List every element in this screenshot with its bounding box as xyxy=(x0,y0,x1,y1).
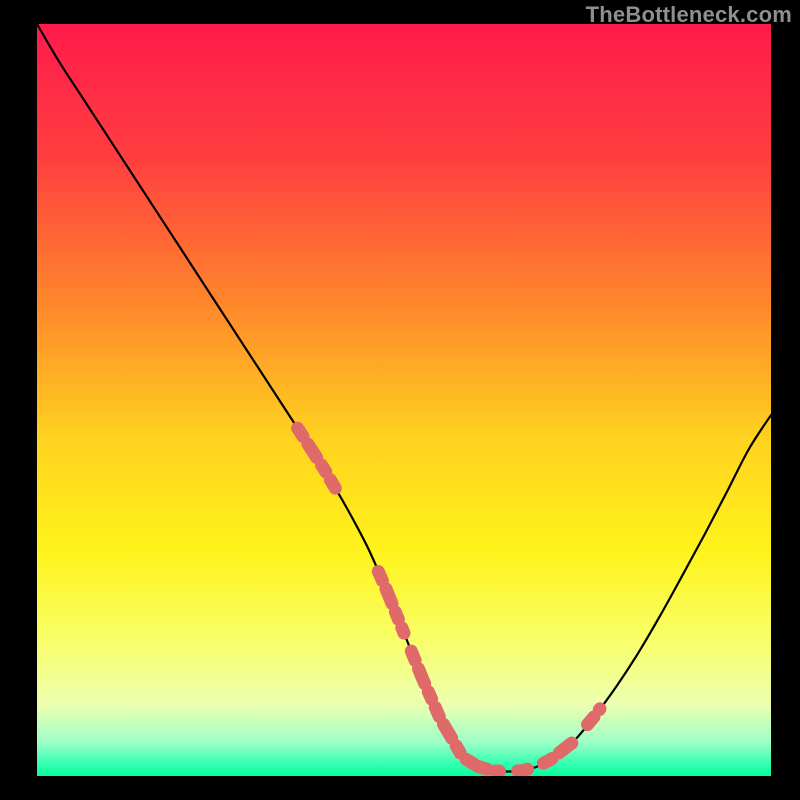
bottleneck-plot xyxy=(0,0,800,800)
chart-stage: TheBottleneck.com xyxy=(0,0,800,800)
gradient-background xyxy=(37,24,771,776)
watermark-text: TheBottleneck.com xyxy=(586,2,792,28)
highlight-segment xyxy=(477,766,499,771)
highlight-segment xyxy=(518,767,536,771)
